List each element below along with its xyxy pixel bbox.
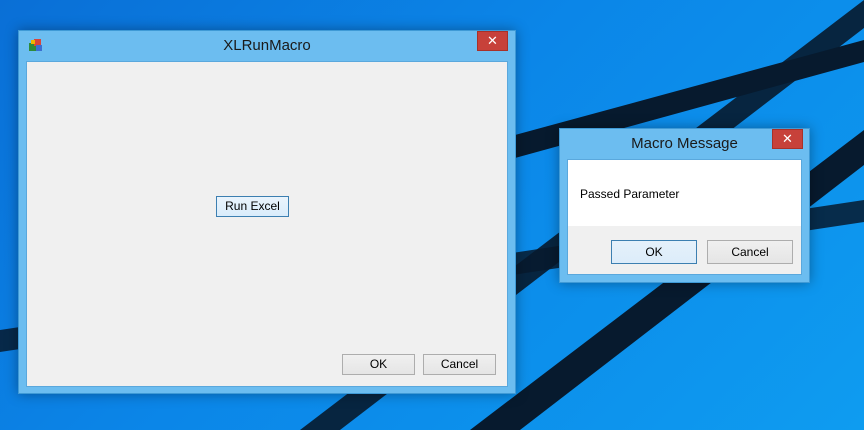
macro-message-window: Macro Message ✕ Passed Parameter OK Canc… — [559, 128, 810, 283]
cancel-button[interactable]: Cancel — [423, 354, 496, 375]
macro-message-client-area: Passed Parameter OK Cancel — [567, 159, 802, 275]
main-window-close-button[interactable]: ✕ — [477, 31, 508, 51]
main-window-title: XLRunMacro — [223, 37, 311, 54]
message-ok-button[interactable]: OK — [611, 240, 697, 264]
close-icon: ✕ — [782, 131, 793, 146]
run-excel-button[interactable]: Run Excel — [216, 196, 289, 217]
main-window: XLRunMacro ✕ Run Excel OK Cancel — [18, 30, 516, 394]
ok-button[interactable]: OK — [342, 354, 415, 375]
main-window-client-area: Run Excel OK Cancel — [26, 61, 508, 387]
macro-message-close-button[interactable]: ✕ — [772, 129, 803, 149]
close-icon: ✕ — [487, 33, 498, 48]
message-text: Passed Parameter — [580, 187, 680, 201]
message-cancel-button[interactable]: Cancel — [707, 240, 793, 264]
